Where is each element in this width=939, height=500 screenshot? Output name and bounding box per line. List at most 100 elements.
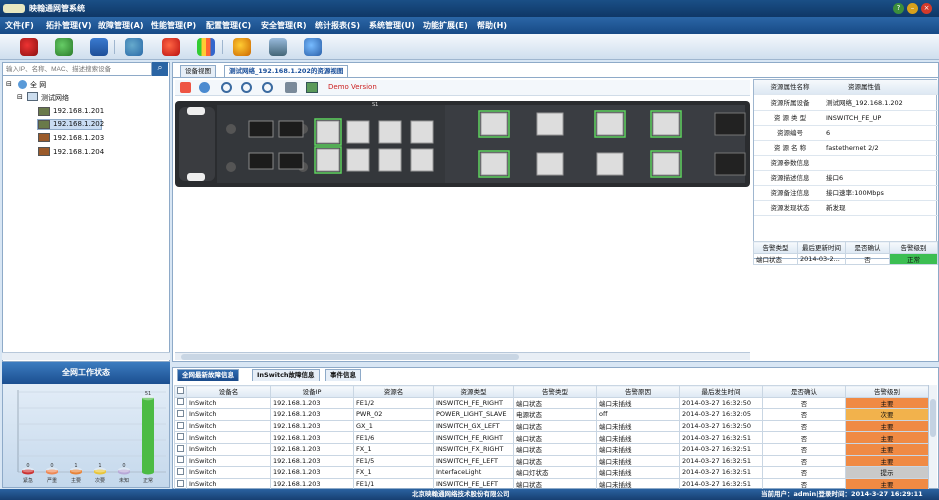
alarm-cell: 192.168.1.203: [270, 431, 354, 444]
alarm-cell: 端口状态: [513, 419, 597, 433]
menu-item[interactable]: 系统管理(U): [369, 20, 415, 31]
alarm-cell: INSWITCH_GX_LEFT: [433, 419, 514, 433]
row-checkbox[interactable]: [174, 408, 187, 421]
severity-badge: 主要: [845, 396, 929, 410]
tree-device-item-selected[interactable]: 192.168.1.202: [53, 120, 104, 128]
row-checkbox[interactable]: [174, 419, 187, 433]
refresh-view-icon[interactable]: [199, 82, 210, 93]
help-window-icon[interactable]: ?: [893, 3, 904, 14]
alarm-row[interactable]: InSwitch 192.168.1.203 FE1/2 INSWITCH_FE_RI…: [174, 396, 929, 410]
alarm-cell: FE1/6: [353, 431, 434, 444]
menu-item[interactable]: 性能管理(P): [151, 20, 196, 31]
alarm-cell: 电源状态: [513, 408, 597, 421]
view-horizontal-scrollbar[interactable]: [175, 352, 750, 360]
menu-item[interactable]: 安全管理(R): [261, 20, 306, 31]
alarm-row[interactable]: InSwitch 192.168.1.203 PWR_02 POWER_LIGHT_S…: [174, 408, 929, 421]
property-row: 资源参数信息: [754, 156, 938, 171]
alarm-cell: 端口未插线: [596, 454, 680, 468]
tree-group-label[interactable]: 测试网络: [41, 93, 69, 103]
tab-latest-faults[interactable]: 全网最新故障信息: [177, 369, 239, 381]
login-info: 当前用户：admin|登录时间：2014-3-27 16:29:11: [761, 490, 923, 498]
tree-root-label[interactable]: 全 网: [30, 80, 46, 90]
tab-inswitch-faults[interactable]: InSwitch故障信息: [252, 369, 320, 381]
print-icon[interactable]: [285, 82, 297, 93]
property-value: 新发现: [826, 204, 846, 212]
tab-resource-view[interactable]: 测试网络_192.168.1.202的资源视图: [224, 65, 349, 77]
alarm-cell: off: [596, 408, 680, 421]
device-icon[interactable]: [269, 38, 287, 56]
alarm-cell: INSWITCH_FE_LEFT: [433, 454, 514, 468]
tree-expand-icon[interactable]: ⊟: [6, 80, 12, 88]
zoom-in-icon[interactable]: [221, 82, 232, 93]
property-row: 资源描述信息 接口6: [754, 171, 938, 186]
menu-item[interactable]: 功能扩展(E): [423, 20, 468, 31]
topology-icon[interactable]: [20, 38, 38, 56]
search-icon[interactable]: ⌕: [152, 62, 168, 76]
tree-horizontal-scrollbar[interactable]: [2, 352, 170, 360]
switch-device-icon: [38, 147, 50, 156]
zoom-out-icon[interactable]: [241, 82, 252, 93]
alarm-cell: 端口未插线: [596, 466, 680, 479]
alarm-icon[interactable]: [162, 38, 180, 56]
alarm-row[interactable]: InSwitch 192.168.1.203 FX_1 InterfaceLight 端…: [174, 466, 929, 479]
row-checkbox[interactable]: [174, 442, 187, 456]
performance-icon[interactable]: [197, 38, 215, 56]
alarm-cell: 端口未插线: [596, 442, 680, 456]
properties-header: 资源属性名称 资源属性值: [754, 80, 938, 95]
export-icon[interactable]: [306, 82, 318, 93]
back-icon[interactable]: [180, 82, 191, 93]
settings-icon[interactable]: [304, 38, 322, 56]
scrollbar-thumb[interactable]: [181, 354, 519, 360]
alarm-row[interactable]: InSwitch 192.168.1.203 FE1/6 INSWITCH_FE_RI…: [174, 431, 929, 444]
menu-item[interactable]: 拓扑管理(V): [46, 20, 92, 31]
tree-device-item[interactable]: 192.168.1.203: [53, 134, 104, 142]
menu-item[interactable]: 帮助(H): [477, 20, 507, 31]
status-bar: 北京映翰通网络技术股份有限公司 当前用户：admin|登录时间：2014-3-2…: [0, 489, 939, 500]
mini-alarm-cell: 端口状态: [753, 252, 798, 266]
alarm-cell: 否: [762, 396, 846, 410]
menu-item[interactable]: 统计报表(S): [315, 20, 360, 31]
row-checkbox[interactable]: [174, 466, 187, 479]
save-icon[interactable]: [90, 38, 108, 56]
alarm-cell: FX_1: [353, 466, 434, 479]
menu-item[interactable]: 配置管理(C): [206, 20, 251, 31]
properties-header-name: 资源属性名称: [770, 83, 810, 91]
tab-events[interactable]: 事件信息: [325, 369, 361, 381]
severity-badge: 主要: [845, 419, 929, 433]
alarm-cell: INSWITCH_FX_RIGHT: [433, 442, 514, 456]
row-checkbox[interactable]: [174, 431, 187, 444]
zoom-fit-icon[interactable]: [262, 82, 273, 93]
menu-item[interactable]: 故障管理(A): [98, 20, 144, 31]
tree-expand-icon[interactable]: ⊟: [17, 93, 23, 101]
alarm-table-scrollbar[interactable]: [928, 385, 937, 488]
alarm-cell: 否: [762, 466, 846, 479]
menu-item[interactable]: 文件(F): [5, 20, 34, 31]
device-search-input[interactable]: [2, 62, 152, 76]
select-all-checkbox[interactable]: [174, 385, 187, 398]
alarm-cell: 否: [762, 442, 846, 456]
severity-badge: 提示: [845, 466, 929, 479]
property-name: 资源发现状态: [770, 204, 810, 212]
tab-device-view[interactable]: 设备视图: [180, 65, 216, 77]
row-checkbox[interactable]: [174, 454, 187, 468]
tree-device-item[interactable]: 192.168.1.204: [53, 148, 104, 156]
alarm-row[interactable]: InSwitch 192.168.1.203 GX_1 INSWITCH_GX_LEF…: [174, 419, 929, 433]
alarm-row[interactable]: InSwitch 192.168.1.203 FE1/5 INSWITCH_FE_LE…: [174, 454, 929, 468]
close-icon[interactable]: ×: [921, 3, 932, 14]
alarm-row[interactable]: InSwitch 192.168.1.203 FX_1 INSWITCH_FX_RIG…: [174, 442, 929, 456]
network-icon[interactable]: [233, 38, 251, 56]
status-bar-value: 0: [26, 463, 29, 469]
refresh-icon[interactable]: [55, 38, 73, 56]
alarm-cell: InterfaceLight: [433, 466, 514, 479]
alarm-cell: FE1/5: [353, 454, 434, 468]
sync-icon[interactable]: [125, 38, 143, 56]
alarm-column-header: 告警级别: [845, 385, 929, 398]
row-checkbox[interactable]: [174, 396, 187, 410]
alarm-cell: InSwitch: [186, 431, 271, 444]
mini-alarm-row[interactable]: 端口状态 2014-03-2... 否 正常: [753, 252, 938, 266]
scrollbar-thumb[interactable]: [930, 399, 936, 437]
minimize-icon[interactable]: –: [907, 3, 918, 14]
tree-device-item[interactable]: 192.168.1.201: [53, 107, 104, 115]
status-category-label: 紧急: [23, 477, 33, 484]
status-bar-value: 1: [74, 463, 77, 469]
